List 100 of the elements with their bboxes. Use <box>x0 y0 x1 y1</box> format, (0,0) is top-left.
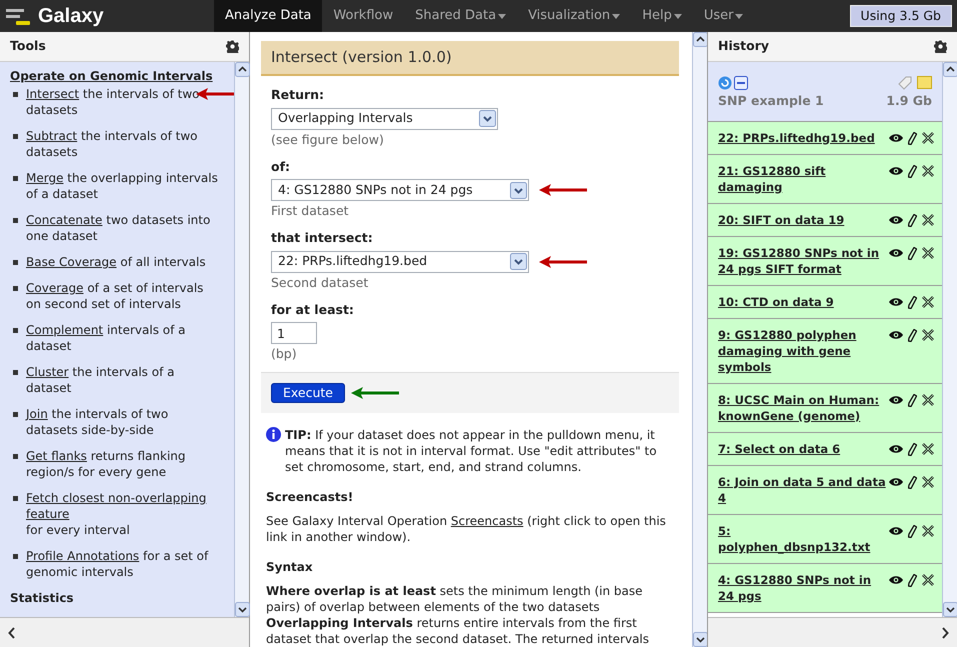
eye-icon[interactable] <box>889 477 903 488</box>
delete-icon[interactable] <box>922 525 934 538</box>
section-heading[interactable]: Statistics <box>10 590 224 606</box>
screencasts-link[interactable]: Screencasts <box>450 514 524 528</box>
eye-icon[interactable] <box>889 330 903 340</box>
eye-icon[interactable] <box>889 215 903 226</box>
history-item[interactable]: 7: Select on data 6 <box>708 432 942 466</box>
scroll-down-icon[interactable] <box>693 632 708 647</box>
history-item[interactable]: 8: UCSC Main on Human: knownGene (genome) <box>708 384 942 433</box>
delete-icon[interactable] <box>922 329 934 342</box>
settings-icon[interactable] <box>934 40 947 53</box>
pencil-icon[interactable] <box>908 296 917 309</box>
dataset-title[interactable]: 7: Select on data 6 <box>718 440 886 457</box>
pencil-icon[interactable] <box>908 394 917 407</box>
history-item[interactable]: 4: GS12880 SNPs not in 24 pgs <box>708 564 942 613</box>
pencil-icon[interactable] <box>908 132 917 145</box>
delete-icon[interactable] <box>922 574 934 586</box>
dataset-title[interactable]: 21: GS12880 sift damaging <box>718 162 886 195</box>
pencil-icon[interactable] <box>908 328 917 342</box>
dataset-title[interactable]: 5: polyphen_dbsnp132.txt <box>718 522 886 555</box>
section-heading[interactable]: Operate on Genomic Intervals <box>10 68 224 84</box>
delete-icon[interactable] <box>922 214 934 226</box>
tool-link[interactable]: Join <box>26 406 48 422</box>
nav-tab[interactable]: Workflow <box>322 0 404 32</box>
eye-icon[interactable] <box>889 166 903 176</box>
scroll-down-icon[interactable] <box>943 602 957 617</box>
tool-link[interactable]: Base Coverage <box>26 254 117 270</box>
delete-icon[interactable] <box>922 165 934 178</box>
scroll-up-icon[interactable] <box>943 62 957 77</box>
delete-icon[interactable] <box>922 443 934 456</box>
dataset-title[interactable]: 19: GS12880 SNPs not in 24 pgs SIFT format <box>718 244 886 277</box>
scroll-down-icon[interactable] <box>235 602 250 617</box>
nav-tab[interactable]: User <box>692 0 754 32</box>
history-item[interactable]: 6: Join on data 5 and data 4 <box>708 466 942 515</box>
info-icon <box>266 427 281 442</box>
horizontal-scrollbar[interactable] <box>0 617 249 647</box>
nav-tab[interactable]: Analyze Data <box>214 0 322 32</box>
pencil-icon[interactable] <box>908 246 917 260</box>
dropdown-select[interactable]: 22: PRPs.liftedhg19.bed <box>271 250 529 273</box>
eye-icon[interactable] <box>889 297 903 308</box>
nav-tab[interactable]: Shared Data <box>404 0 518 32</box>
collapse-icon[interactable] <box>734 76 748 90</box>
pencil-icon[interactable] <box>908 164 917 178</box>
history-item[interactable]: 21: GS12880 sift damaging <box>708 154 942 204</box>
delete-icon[interactable] <box>922 296 934 308</box>
pencil-icon[interactable] <box>908 442 917 456</box>
tool-link[interactable]: Coverage <box>26 280 84 296</box>
nav-tab[interactable]: Visualization <box>517 0 632 32</box>
scrollbar[interactable] <box>692 32 707 647</box>
eye-icon[interactable] <box>889 444 903 454</box>
tool-link[interactable]: Merge <box>26 170 64 186</box>
pencil-icon[interactable] <box>908 524 917 538</box>
delete-icon[interactable] <box>922 247 934 260</box>
tool-link[interactable]: Subtract <box>26 128 78 144</box>
dataset-title[interactable]: 9: GS12880 polyphen damaging with gene symbols <box>718 326 886 375</box>
eye-icon[interactable] <box>889 395 903 406</box>
history-item[interactable]: 19: GS12880 SNPs not in 24 pgs SIFT format <box>708 236 942 286</box>
dataset-title[interactable]: 8: UCSC Main on Human: knownGene (genome) <box>718 392 886 424</box>
history-item[interactable]: 5: polyphen_dbsnp132.txt <box>708 514 942 564</box>
delete-icon[interactable] <box>922 132 934 144</box>
dataset-title[interactable]: 20: SIFT on data 19 <box>718 212 886 228</box>
tool-link[interactable]: Get flanks <box>26 448 87 464</box>
nav-tab[interactable]: Help <box>631 0 693 32</box>
tool-link[interactable]: Cluster <box>26 364 69 380</box>
scrollbar[interactable] <box>234 62 249 617</box>
delete-icon[interactable] <box>922 394 934 406</box>
pencil-icon[interactable] <box>908 574 917 587</box>
brand-name[interactable]: Galaxy <box>38 1 104 31</box>
history-item[interactable]: 20: SIFT on data 19 <box>708 204 942 237</box>
execute-button[interactable]: Execute <box>271 383 345 403</box>
pencil-icon[interactable] <box>908 214 917 227</box>
scroll-left-icon[interactable] <box>8 626 16 638</box>
history-item[interactable]: 9: GS12880 polyphen damaging with gene symbols <box>708 318 942 384</box>
history-item[interactable]: 10: CTD on data 9 <box>708 286 942 319</box>
scroll-up-icon[interactable] <box>235 62 250 77</box>
dataset-title[interactable]: 6: Join on data 5 and data 4 <box>718 474 886 506</box>
dropdown-select[interactable]: Overlapping Intervals <box>271 108 498 130</box>
history-item[interactable]: 22: PRPs.liftedhg19.bed <box>708 122 942 155</box>
input-field[interactable]: 1 <box>271 322 317 344</box>
dropdown-select[interactable]: 4: GS12880 SNPs not in 24 pgs <box>271 179 529 202</box>
dataset-title[interactable]: 4: GS12880 SNPs not in 24 pgs <box>718 572 886 604</box>
dataset-title[interactable]: 22: PRPs.liftedhg19.bed <box>718 130 886 146</box>
delete-icon[interactable] <box>922 476 934 488</box>
scroll-up-icon[interactable] <box>693 32 708 47</box>
dataset-title[interactable]: 10: CTD on data 9 <box>718 294 886 310</box>
tool-link[interactable]: Concatenate <box>26 212 102 228</box>
eye-icon[interactable] <box>889 248 903 258</box>
history-name[interactable]: SNP example 1 <box>718 92 824 111</box>
pencil-icon[interactable] <box>908 476 917 489</box>
eye-icon[interactable] <box>889 575 903 586</box>
scrollbar[interactable] <box>942 62 957 617</box>
tool-link[interactable]: Complement <box>26 322 104 338</box>
eye-icon[interactable] <box>889 133 903 144</box>
tool-link[interactable]: Intersect <box>26 86 80 102</box>
refresh-icon[interactable] <box>718 76 732 90</box>
settings-icon[interactable] <box>226 40 239 53</box>
scroll-right-icon[interactable] <box>941 626 949 638</box>
horizontal-scrollbar[interactable] <box>708 617 957 647</box>
eye-icon[interactable] <box>889 526 903 536</box>
tool-link[interactable]: Profile Annotations <box>26 548 140 564</box>
